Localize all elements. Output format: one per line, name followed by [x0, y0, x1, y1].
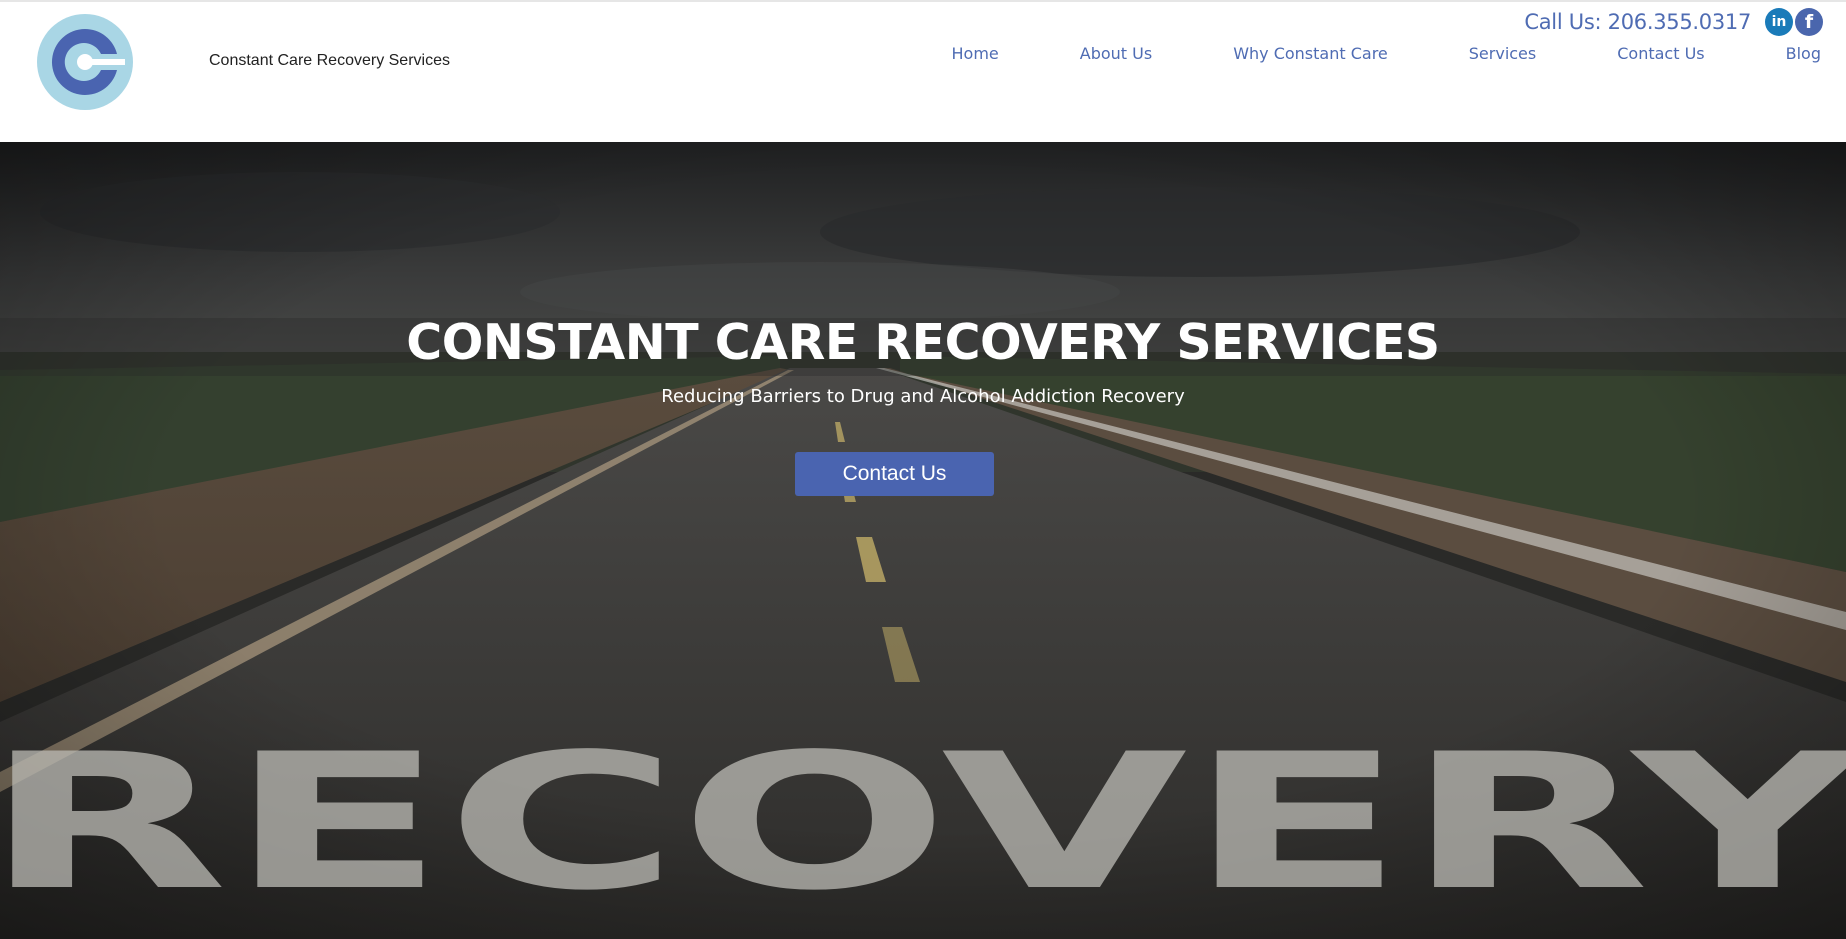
main-nav: Home About Us Why Constant Care Services…	[952, 44, 1822, 63]
cc-logo-icon[interactable]	[37, 14, 133, 110]
nav-item-about-us[interactable]: About Us	[1080, 44, 1152, 63]
contact-us-button[interactable]: Contact Us	[795, 452, 994, 496]
page: Constant Care Recovery Services Call Us:…	[0, 0, 1846, 939]
site-header: Constant Care Recovery Services Call Us:…	[0, 0, 1846, 142]
hero-title: CONSTANT CARE RECOVERY SERVICES	[406, 314, 1440, 371]
linkedin-glyph: in	[1771, 14, 1787, 30]
facebook-glyph: f	[1804, 11, 1814, 33]
linkedin-icon[interactable]: in	[1765, 8, 1793, 36]
nav-item-contact-us[interactable]: Contact Us	[1617, 44, 1704, 63]
nav-item-home[interactable]: Home	[952, 44, 999, 63]
facebook-icon[interactable]: f	[1795, 8, 1823, 36]
nav-item-services[interactable]: Services	[1469, 44, 1536, 63]
phone-contact[interactable]: Call Us: 206.355.0317	[1524, 10, 1751, 34]
hero-subtitle: Reducing Barriers to Drug and Alcohol Ad…	[661, 386, 1185, 407]
phone-label: Call Us:	[1524, 10, 1602, 34]
hero-section: RECOVERY CONSTANT CARE RECOVERY SERVICES…	[0, 142, 1846, 939]
phone-number[interactable]: 206.355.0317	[1608, 10, 1752, 34]
road-recovery-text: RECOVERY	[0, 713, 1846, 931]
nav-item-why-constant-care[interactable]: Why Constant Care	[1233, 44, 1388, 63]
nav-item-blog[interactable]: Blog	[1786, 44, 1821, 63]
hero-background-image: RECOVERY	[0, 142, 1846, 939]
site-name: Constant Care Recovery Services	[209, 52, 450, 69]
